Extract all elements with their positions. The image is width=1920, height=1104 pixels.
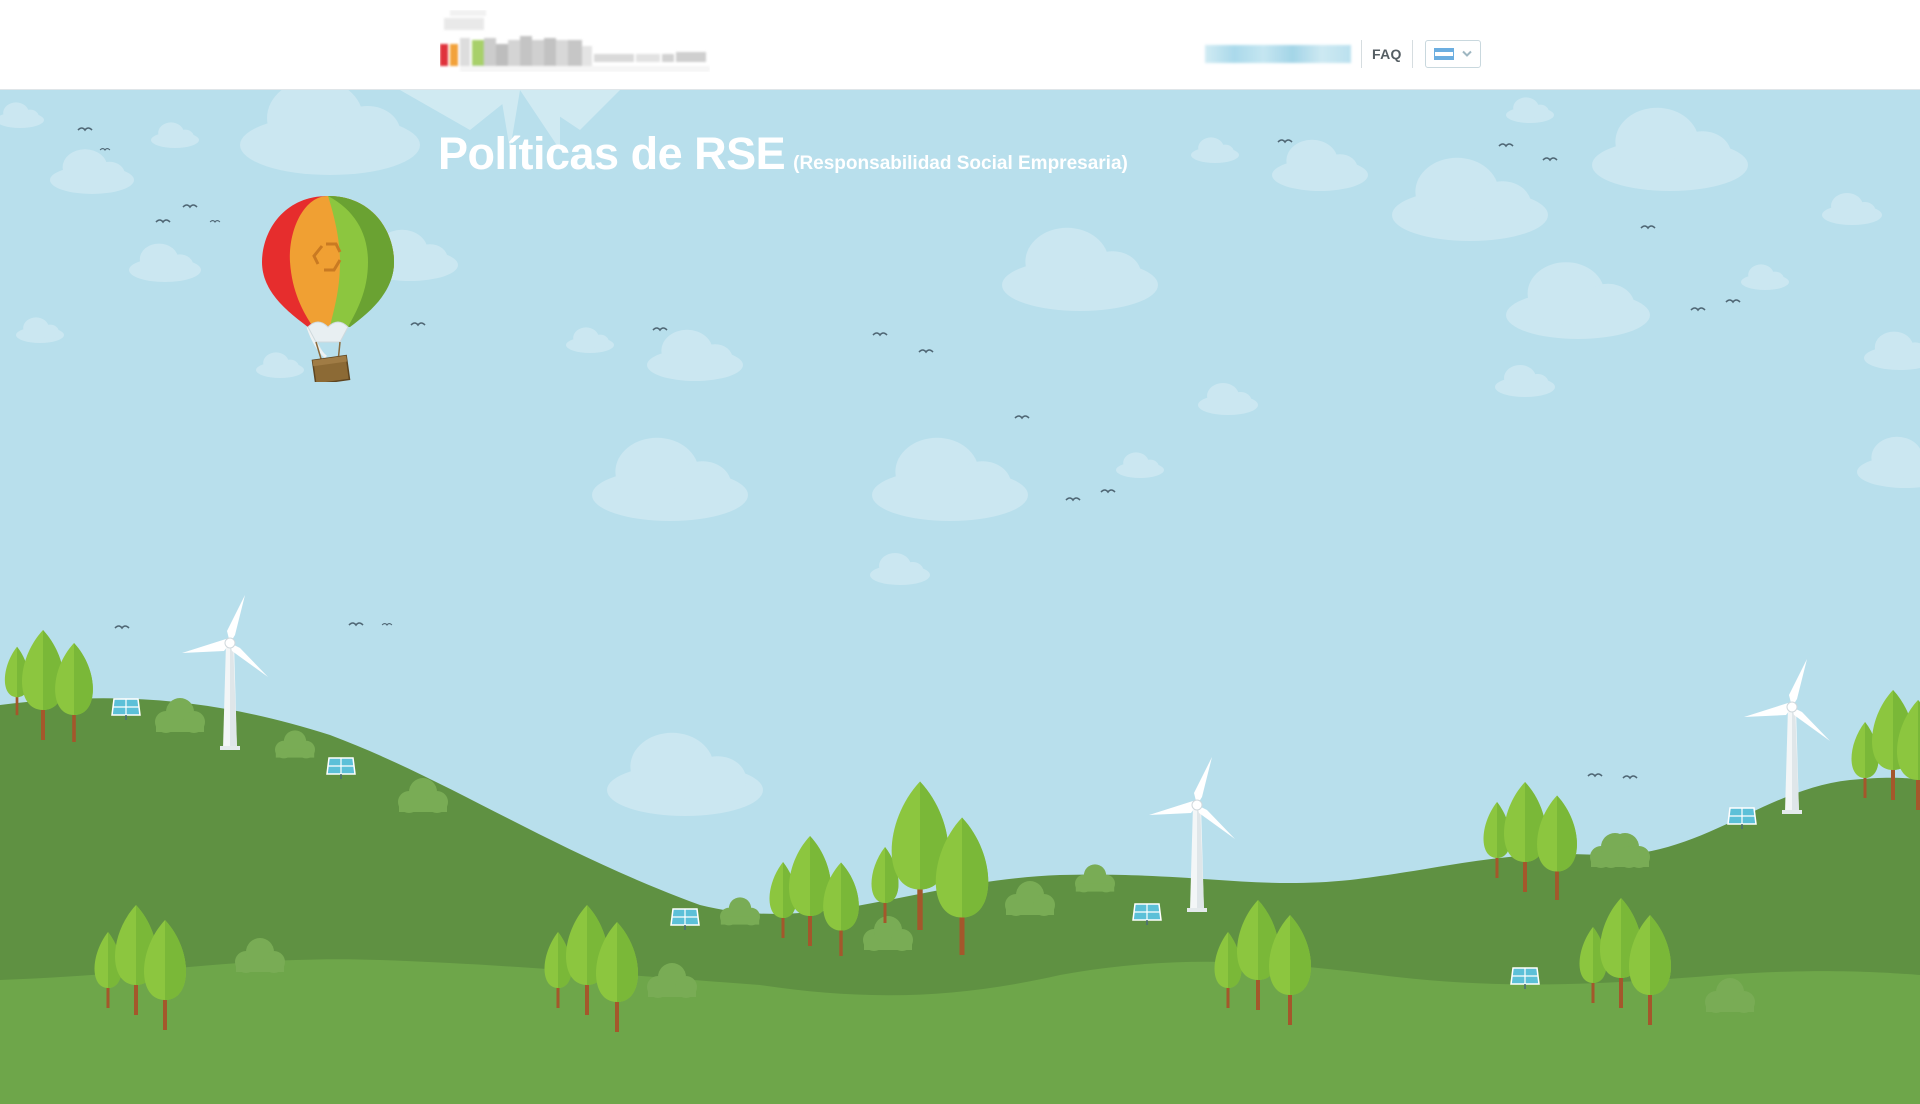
faq-link[interactable]: FAQ xyxy=(1372,46,1402,62)
blurred-nav-link[interactable] xyxy=(1205,45,1351,63)
flag-icon xyxy=(1433,48,1454,60)
nav-divider xyxy=(1411,40,1413,68)
recycle-balloon-icon xyxy=(262,196,394,382)
company-logo[interactable] xyxy=(440,10,770,74)
page: FAQ Políticas de RSE (Responsabilidad So… xyxy=(0,0,1920,1104)
company-logo-blurred-icon xyxy=(440,10,710,72)
page-title-block: Políticas de RSE (Responsabilidad Social… xyxy=(438,128,1128,180)
page-subtitle: (Responsabilidad Social Empresaria) xyxy=(793,153,1128,174)
nav-divider xyxy=(1361,40,1362,68)
language-selector[interactable] xyxy=(1424,40,1481,68)
site-header: FAQ xyxy=(0,0,1920,90)
page-title: Políticas de RSE xyxy=(438,128,786,179)
chevron-down-icon xyxy=(1461,50,1472,57)
header-nav: FAQ xyxy=(1205,40,1481,68)
